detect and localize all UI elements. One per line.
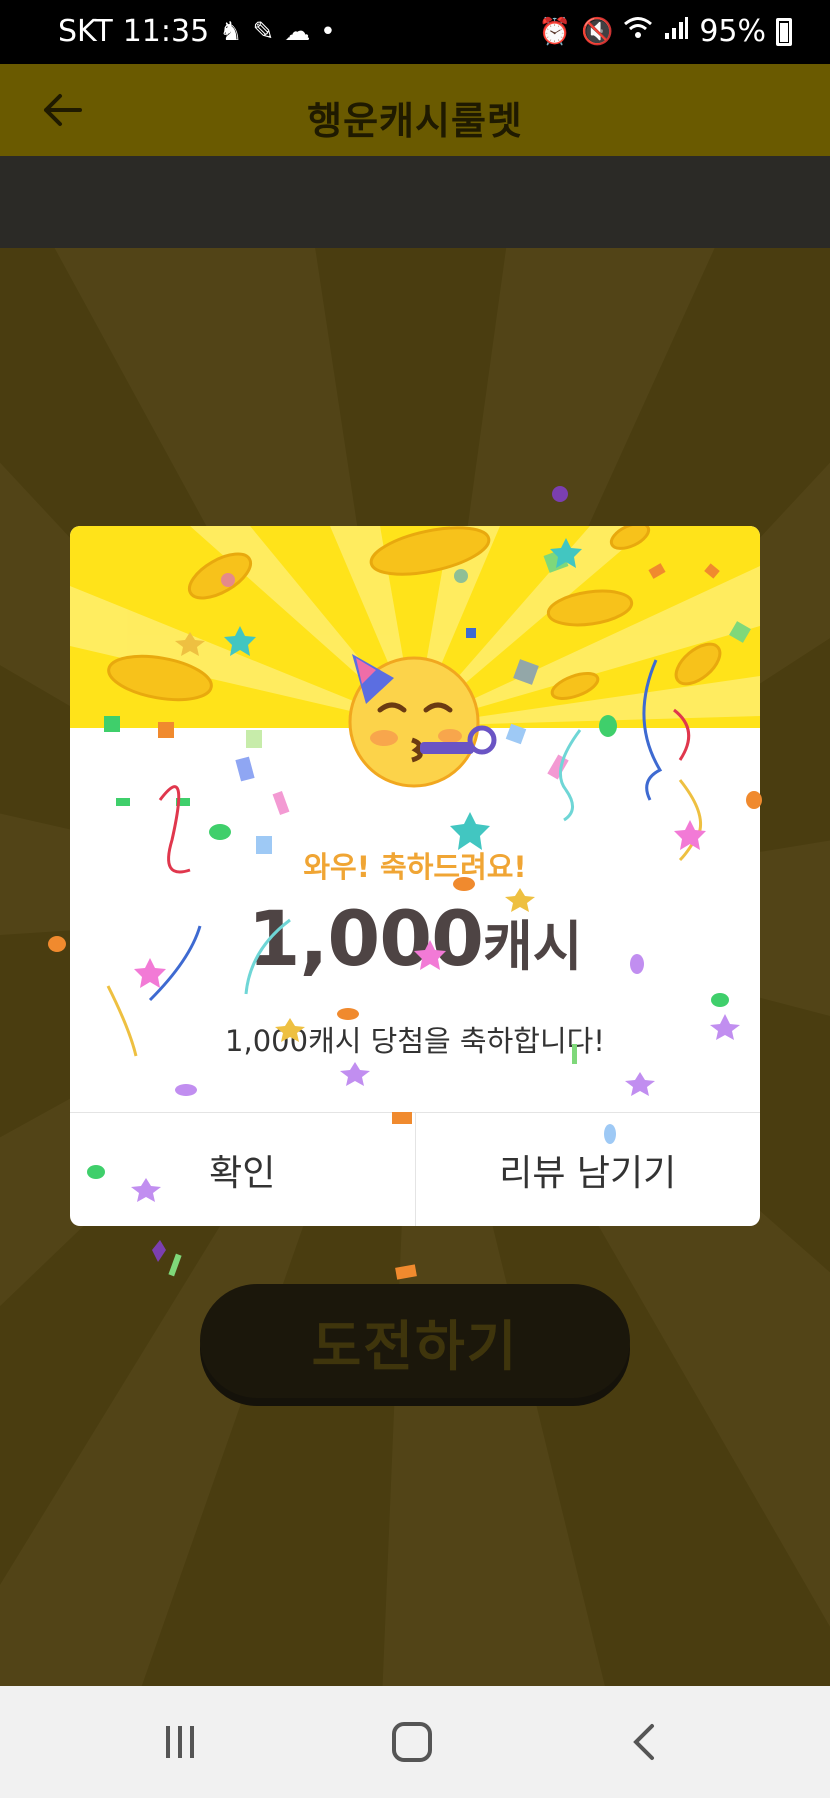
signal-icon — [663, 15, 689, 48]
cloud-icon: ☁ — [284, 16, 311, 47]
confirm-button[interactable]: 확인 — [70, 1113, 415, 1226]
dialog-footer: 확인 리뷰 남기기 — [70, 1112, 760, 1226]
congrats-subtitle: 와우! 축하드려요! — [303, 850, 527, 884]
person-icon: ♞ — [219, 16, 243, 47]
challenge-button[interactable]: 도전하기 — [200, 1284, 630, 1398]
recent-apps-icon[interactable] — [150, 1714, 210, 1770]
carrier-label: SKT — [58, 14, 113, 49]
tab-band — [0, 156, 830, 248]
battery-percent: 95% — [699, 14, 766, 49]
prize-unit: 캐시 — [483, 915, 583, 978]
review-button[interactable]: 리뷰 남기기 — [414, 1113, 761, 1226]
mute-icon: 🔇 — [580, 16, 614, 47]
status-bar: SKT 11:35 ♞ ✎ ☁ • ⏰ 🔇 95% — [0, 0, 830, 64]
battery-icon — [776, 17, 792, 46]
clock: 11:35 — [122, 14, 210, 49]
pen-icon: ✎ — [252, 16, 275, 47]
partying-face-icon — [332, 630, 502, 790]
congrats-message: 1,000캐시 당첨을 축하합니다! — [225, 1024, 605, 1058]
home-icon[interactable] — [382, 1714, 442, 1770]
app-header: 행운캐시룰렛 — [0, 64, 830, 156]
back-icon[interactable] — [614, 1714, 674, 1770]
wifi-icon — [623, 15, 653, 48]
page-title: 행운캐시룰렛 — [307, 99, 523, 143]
alarm-icon: ⏰ — [538, 16, 571, 47]
system-nav-bar — [0, 1686, 830, 1798]
dot-icon: • — [320, 16, 336, 47]
prize-amount: 1,000캐시 — [70, 894, 760, 983]
prize-dialog: 와우! 축하드려요! 1,000캐시 1,000캐시 당첨을 축하합니다! 확인… — [70, 526, 760, 1226]
prize-value: 1,000 — [247, 894, 484, 983]
